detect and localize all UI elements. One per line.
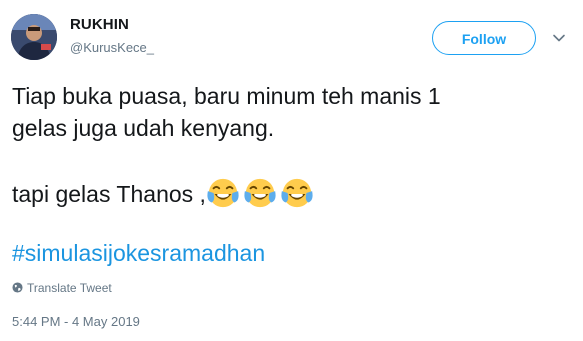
tweet-text-line: tapi gelas Thanos ,	[12, 181, 206, 207]
translate-tweet-label: Translate Tweet	[27, 281, 112, 295]
tweet-text: Tiap buka puasa, baru minum teh manis 1 …	[12, 80, 567, 208]
tweet-text-line-with-emoji: tapi gelas Thanos ,	[12, 176, 317, 210]
globe-icon	[12, 282, 23, 293]
face-with-tears-of-joy-icon	[207, 178, 239, 208]
avatar-image	[11, 14, 57, 60]
avatar[interactable]	[11, 14, 57, 60]
chevron-down-icon[interactable]	[552, 31, 566, 45]
hashtag-link[interactable]: #simulasijokesramadhan	[12, 240, 265, 267]
author-name[interactable]: RUKHIN	[70, 16, 129, 33]
follow-button[interactable]: Follow	[432, 21, 536, 55]
translate-tweet-link[interactable]: Translate Tweet	[12, 281, 112, 295]
face-with-tears-of-joy-icon	[244, 178, 276, 208]
author-handle[interactable]: @KurusKece_	[70, 40, 154, 55]
tweet-timestamp[interactable]: 5:44 PM - 4 May 2019	[12, 314, 140, 329]
tweet-card: RUKHIN @KurusKece_ Follow Tiap buka puas…	[0, 0, 583, 341]
tweet-text-line: Tiap buka puasa, baru minum teh manis 1	[12, 83, 441, 109]
face-with-tears-of-joy-icon	[281, 178, 313, 208]
tweet-text-line: gelas juga udah kenyang.	[12, 115, 275, 141]
